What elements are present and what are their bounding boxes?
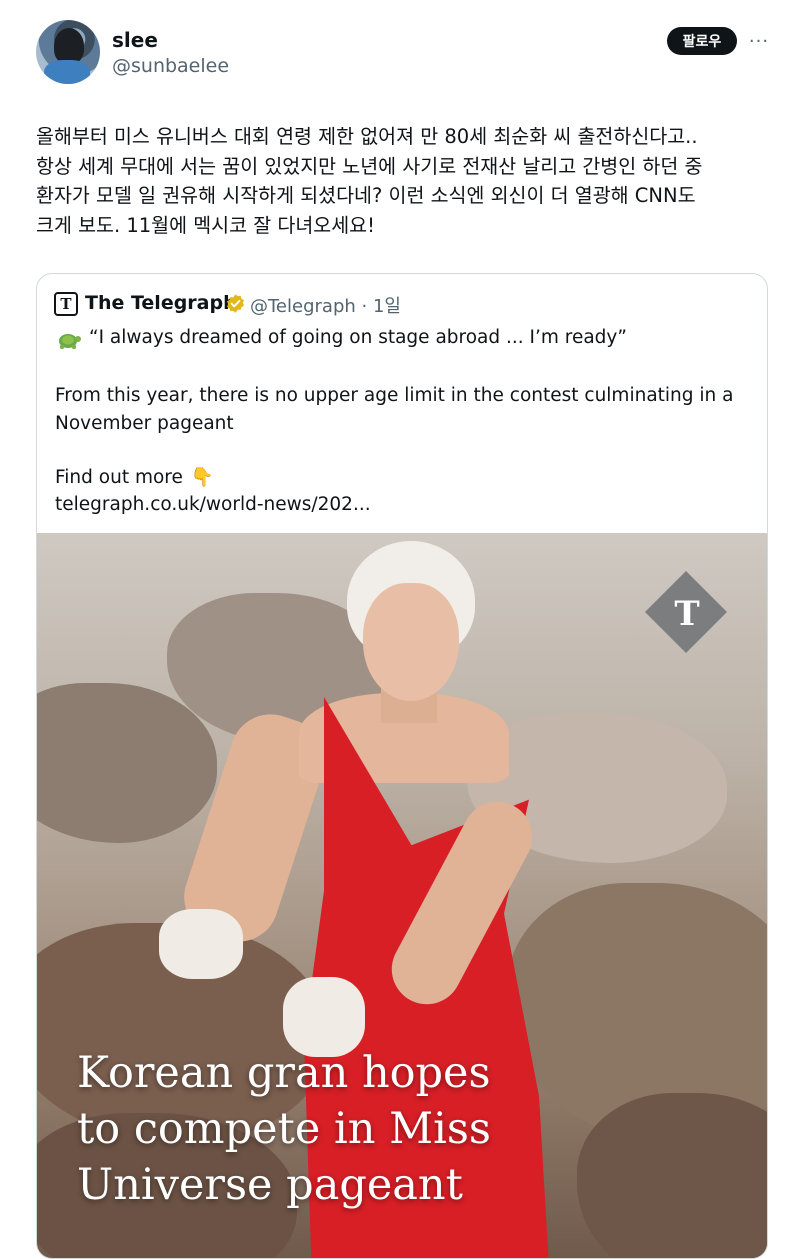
tweet-line: 올해부터 미스 유니버스 대회 연령 제한 없어져 만 80세 최순화 씨 출전… <box>36 125 698 148</box>
article-link[interactable]: telegraph.co.uk/world-news/202... <box>55 494 371 515</box>
find-more-label: Find out more <box>55 467 183 488</box>
telegraph-logo-icon[interactable]: T <box>54 292 78 316</box>
author-handle[interactable]: @sunbaelee <box>112 55 229 77</box>
article-image[interactable]: T Korean gran hopes to compete in Miss U… <box>37 533 767 1258</box>
white-glove <box>159 909 243 979</box>
headline-line: Universe pageant <box>77 1160 463 1210</box>
quoted-handle-time: @Telegraph · 1일 <box>250 296 401 317</box>
find-out-more: Find out more 👇 <box>55 466 214 488</box>
quoted-text-line: “I always dreamed of going on stage abro… <box>89 327 627 348</box>
avatar-hair <box>54 28 84 64</box>
quoted-tweet-card[interactable]: T The Telegraph @Telegraph · 1일 “I alway… <box>36 273 768 1259</box>
tweet-line: 환자가 모델 일 권유해 시작하게 되셨다네? 이런 소식엔 외신이 더 열광해… <box>36 184 696 207</box>
tweet-line: 크게 보도. 11월에 멕시코 잘 다녀오세요! <box>36 213 375 237</box>
turtle-icon <box>59 334 81 349</box>
author-display-name[interactable]: slee <box>112 28 158 52</box>
quoted-author-name[interactable]: The Telegraph <box>85 292 237 314</box>
image-headline: Korean gran hopes to compete in Miss Uni… <box>77 1045 717 1213</box>
follow-button[interactable]: 팔로우 <box>667 27 737 55</box>
quoted-paragraph: From this year, there is no upper age li… <box>55 385 734 434</box>
avatar-body <box>44 60 90 84</box>
woman-face <box>363 583 459 701</box>
headline-line: Korean gran hopes <box>77 1048 491 1098</box>
pointing-down-icon: 👇 <box>190 467 214 488</box>
tweet-text: 올해부터 미스 유니버스 대회 연령 제한 없어져 만 80세 최순화 씨 출전… <box>36 122 766 240</box>
verified-badge-icon <box>227 294 244 313</box>
headline-line: to compete in Miss <box>77 1104 491 1154</box>
more-options-icon[interactable]: ··· <box>746 28 772 54</box>
author-avatar[interactable] <box>36 20 100 84</box>
tweet-line: 항상 세계 무대에 서는 꿈이 있었지만 노년에 사기로 전재산 날리고 간병인… <box>36 154 703 178</box>
telegraph-badge-letter: T <box>674 594 700 634</box>
